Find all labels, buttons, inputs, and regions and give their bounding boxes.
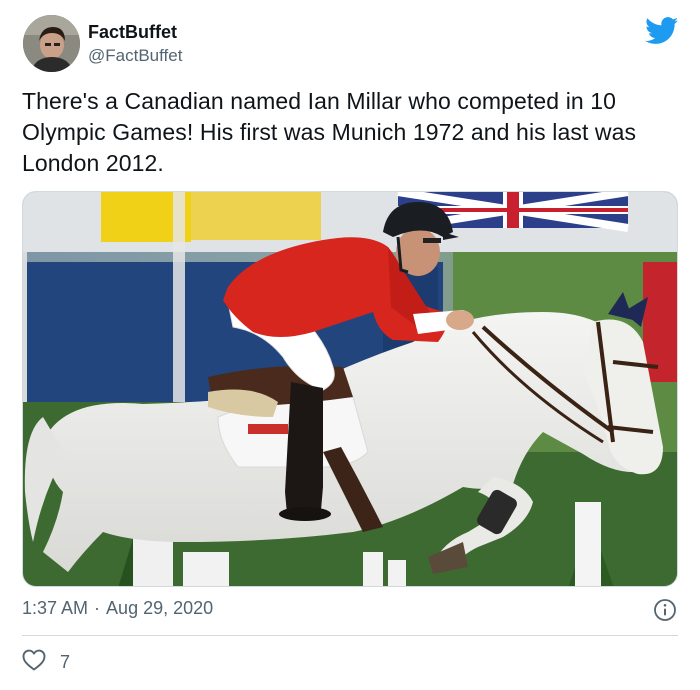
tweet-date: Aug 29, 2020: [106, 598, 214, 618]
like-count: 7: [60, 651, 71, 672]
twitter-bird-icon[interactable]: [645, 17, 679, 45]
tweet-timestamp[interactable]: 1:37 AM · Aug 29, 2020: [22, 598, 213, 619]
tweet-text: There's a Canadian named Ian Millar who …: [22, 88, 637, 176]
tweet-photo[interactable]: [22, 191, 678, 587]
avatar[interactable]: [23, 15, 80, 72]
tweet-time: 1:37 AM: [22, 598, 89, 618]
tweet-card: FactBuffet @FactBuffet There's a Canadia…: [0, 0, 700, 690]
info-icon[interactable]: [653, 598, 677, 622]
divider: [22, 635, 678, 636]
meta-separator: ·: [94, 598, 101, 618]
user-handle[interactable]: @FactBuffet: [88, 46, 182, 66]
like-button[interactable]: 7: [22, 649, 71, 676]
heart-icon: [22, 649, 46, 676]
display-name[interactable]: FactBuffet: [88, 22, 177, 43]
